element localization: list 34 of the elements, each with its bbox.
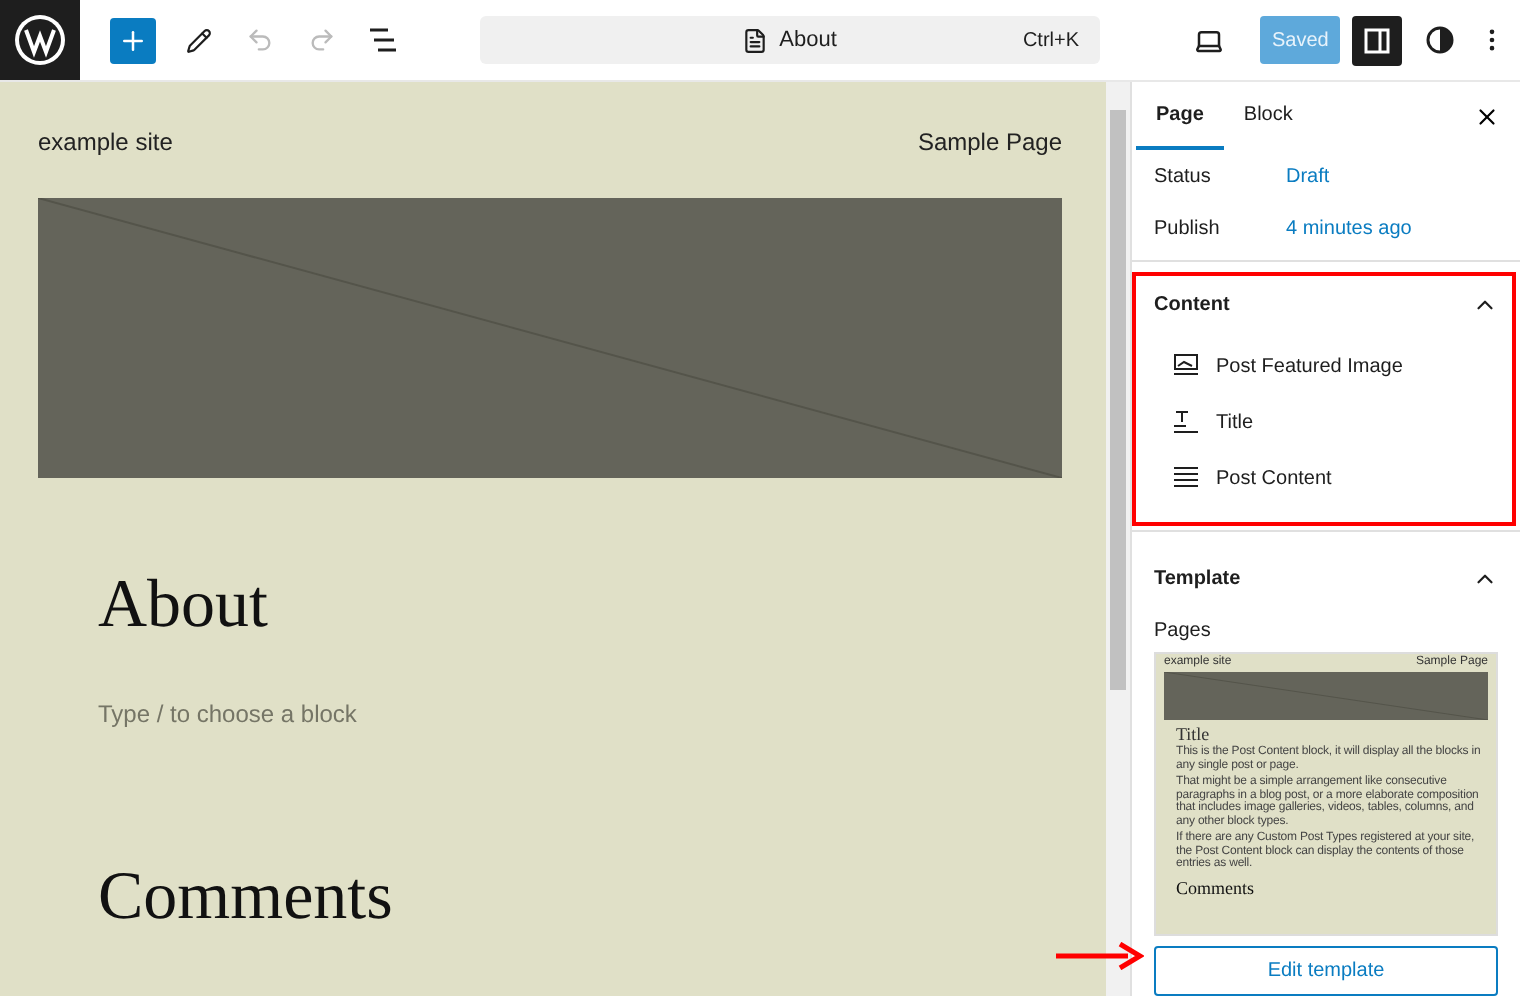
shortcut-hint: Ctrl+K (1022, 29, 1079, 51)
comments-heading: Comments (98, 860, 395, 936)
field-value-link[interactable]: 4 minutes ago (1286, 218, 1412, 241)
lines-icon (1174, 466, 1200, 491)
title-icon (1174, 410, 1200, 435)
sidebar-tab[interactable]: Page (1136, 82, 1224, 150)
field-label: Publish (1154, 218, 1222, 241)
field-label: Status (1154, 165, 1213, 188)
page-title[interactable]: About (98, 568, 1062, 644)
page-icon (741, 27, 768, 53)
content-block-item[interactable]: Post Featured Image (1154, 338, 1403, 395)
wordpress-logo[interactable] (0, 0, 80, 80)
close-icon[interactable] (1474, 103, 1500, 129)
panel-header[interactable]: Template (1154, 544, 1498, 612)
template-preview[interactable] (1154, 652, 1498, 936)
content-block-item[interactable]: Title (1154, 394, 1254, 451)
edit-template-button[interactable]: Edit template (1154, 946, 1498, 996)
command-search-bar[interactable]: About Ctrl+K (479, 16, 1099, 64)
plus-icon (118, 25, 148, 55)
site-title: example site (38, 128, 173, 156)
preview-comments-heading: Comments (1176, 877, 1257, 897)
content-block-item[interactable]: Post Content (1154, 450, 1332, 507)
sidebar-toggle-button[interactable] (1352, 15, 1402, 65)
sidebar-tab[interactable]: Block (1223, 82, 1313, 150)
pointer-arrow (1056, 942, 1144, 970)
scrollbar[interactable] (1106, 82, 1130, 996)
template-name: Pages (1154, 620, 1213, 642)
image-icon (1174, 354, 1200, 379)
field-value-link[interactable]: Draft (1286, 165, 1330, 188)
add-block-button[interactable] (110, 17, 156, 63)
sidebar-panel-icon (1364, 27, 1390, 53)
panel-header[interactable]: Content (1154, 270, 1498, 339)
nav-link[interactable]: Sample Page (917, 128, 1062, 156)
preview-title: Title (1176, 724, 1212, 744)
